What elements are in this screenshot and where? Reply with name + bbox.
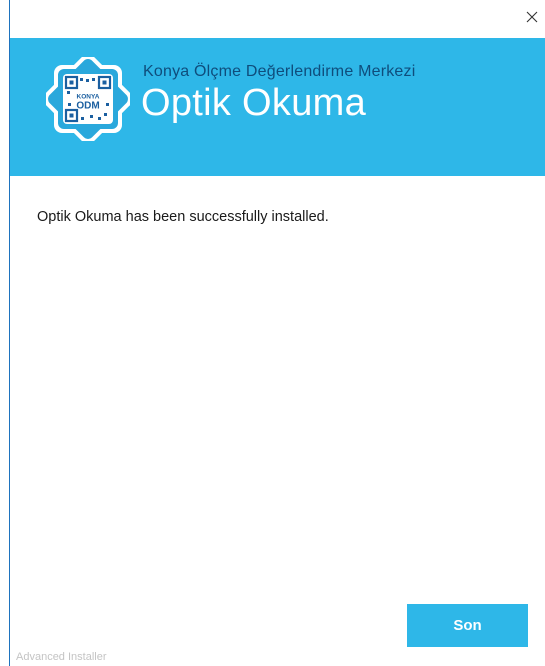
product-title: Optik Okuma bbox=[141, 82, 367, 124]
completion-message: Optik Okuma has been successfully instal… bbox=[37, 209, 329, 225]
installer-brand: Advanced Installer bbox=[16, 651, 107, 663]
logo-text-konya: KONYA bbox=[77, 94, 100, 101]
publisher-name: Konya Ölçme Değerlendirme Merkezi bbox=[143, 63, 416, 80]
title-bar bbox=[10, 0, 545, 38]
installer-window: KONYA ODM Konya Ölçme Değerlendirme Merk… bbox=[0, 0, 545, 666]
finish-button[interactable]: Son bbox=[407, 604, 528, 647]
close-icon bbox=[526, 10, 538, 28]
logo-text-odm: ODM bbox=[76, 101, 99, 112]
close-button[interactable] bbox=[519, 6, 545, 32]
header-banner: KONYA ODM Konya Ölçme Değerlendirme Merk… bbox=[10, 38, 545, 176]
company-logo: KONYA ODM bbox=[43, 54, 133, 144]
